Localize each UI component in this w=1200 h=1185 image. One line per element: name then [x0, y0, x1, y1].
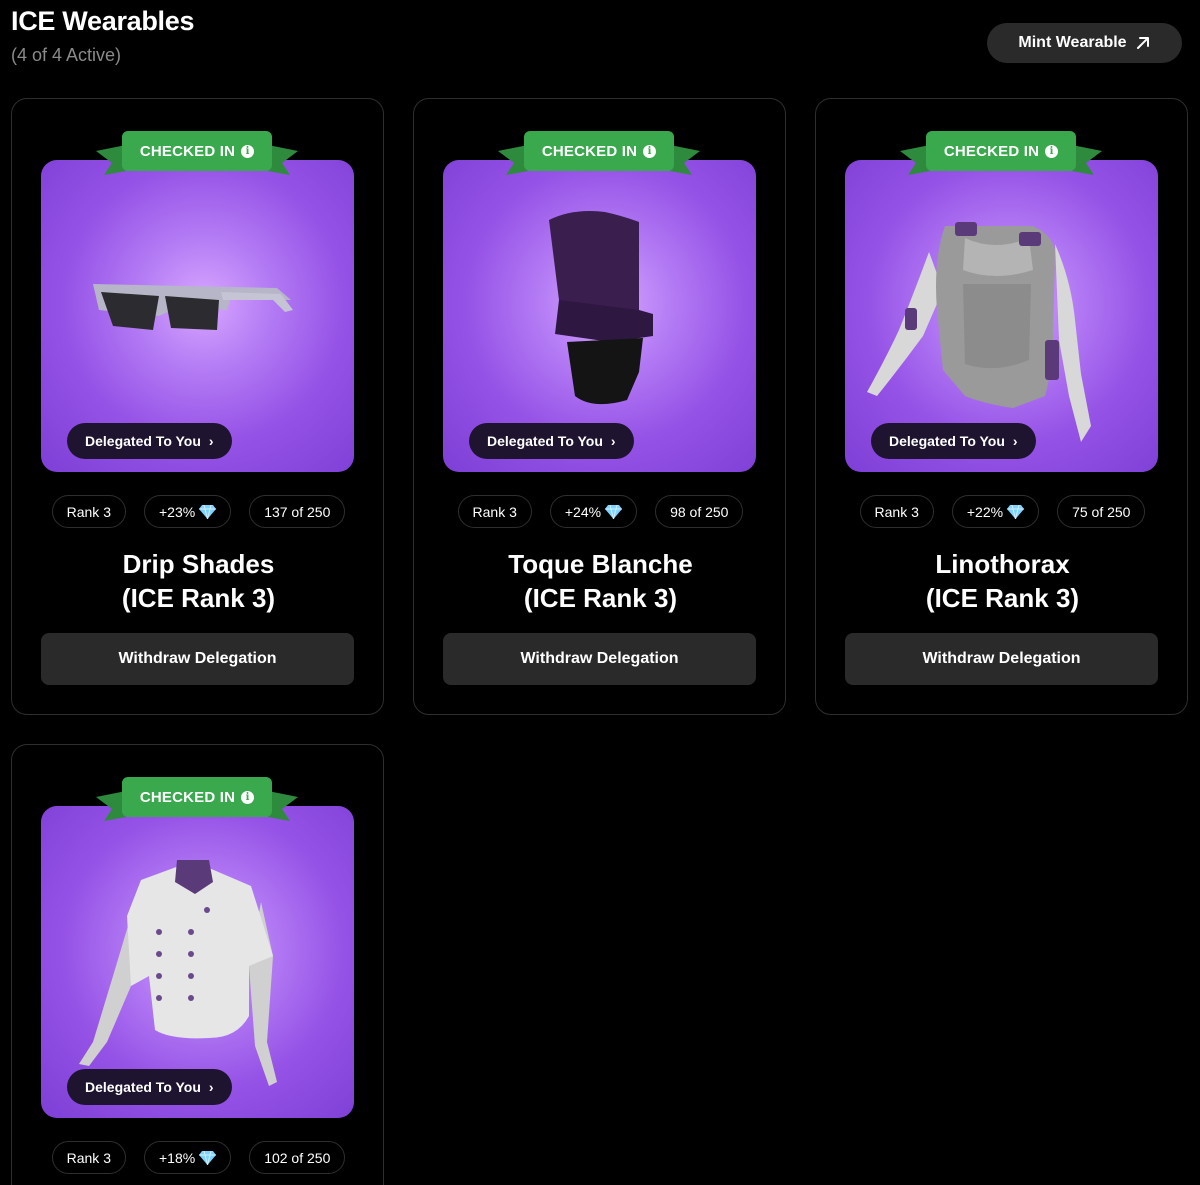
- withdraw-label: Withdraw Delegation: [922, 650, 1081, 667]
- bonus-badge: +24%: [549, 495, 638, 528]
- page-subtitle: (4 of 4 Active): [11, 45, 122, 65]
- bonus-text: +23%: [158, 503, 196, 520]
- checked-in-ribbon: CHECKED IN i: [96, 777, 298, 829]
- wearable-card-toque-blanche: CHECKED IN i Delegated To You › Rank 3 +…: [413, 98, 786, 715]
- diamond-icon: [605, 504, 623, 519]
- status-label: CHECKED IN: [943, 142, 1040, 160]
- delegated-label: Delegated To You: [487, 433, 603, 449]
- rank-text: Rank 3: [472, 503, 517, 520]
- bonus-badge: +22%: [951, 495, 1040, 528]
- count-badge: 137 of 250: [249, 495, 346, 528]
- info-icon[interactable]: i: [241, 144, 255, 158]
- diamond-icon: [199, 504, 217, 519]
- bonus-text: +22%: [966, 503, 1004, 520]
- delegated-to-you-button[interactable]: Delegated To You ›: [67, 1069, 232, 1105]
- page-title: ICE Wearables: [11, 6, 195, 36]
- bonus-badge: +23%: [143, 495, 232, 528]
- rank-badge: Rank 3: [457, 495, 532, 528]
- delegated-label: Delegated To You: [85, 433, 201, 449]
- rank-badge: Rank 3: [51, 495, 126, 528]
- rank-badge: Rank 3: [51, 1141, 126, 1174]
- status-label: CHECKED IN: [139, 142, 236, 160]
- count-text: 137 of 250: [264, 503, 331, 520]
- count-badge: 102 of 250: [249, 1141, 346, 1174]
- withdraw-label: Withdraw Delegation: [520, 650, 679, 667]
- bonus-badge: +18%: [143, 1141, 232, 1174]
- mint-wearable-label: Mint Wearable: [1018, 34, 1127, 51]
- count-badge: 75 of 250: [1057, 495, 1146, 528]
- delegated-to-you-button[interactable]: Delegated To You ›: [871, 423, 1036, 459]
- stats-row: Rank 3 +24% 98 of 250: [414, 495, 787, 528]
- stats-row: Rank 3 +22% 75 of 250: [816, 495, 1189, 528]
- wearable-name: Drip Shades: [122, 549, 275, 579]
- rank-badge: Rank 3: [859, 495, 934, 528]
- wearable-rank-title: (ICE Rank 3): [523, 583, 678, 613]
- chevron-right-icon: ›: [1012, 433, 1018, 449]
- delegated-label: Delegated To You: [889, 433, 1005, 449]
- wearable-title: Toque Blanche (ICE Rank 3): [414, 547, 787, 615]
- rank-text: Rank 3: [66, 1149, 111, 1166]
- bonus-text: +24%: [564, 503, 602, 520]
- checked-in-ribbon: CHECKED IN i: [498, 131, 700, 183]
- external-arrow-icon: [1136, 37, 1149, 49]
- wearable-card-linothorax: CHECKED IN i Delegated To You › Rank 3 +…: [815, 98, 1188, 715]
- wearable-rank-title: (ICE Rank 3): [121, 583, 276, 613]
- info-icon[interactable]: i: [1045, 144, 1059, 158]
- withdraw-delegation-button[interactable]: Withdraw Delegation: [443, 633, 756, 685]
- count-text: 98 of 250: [670, 503, 729, 520]
- bonus-text: +18%: [158, 1149, 196, 1166]
- status-label: CHECKED IN: [541, 142, 638, 160]
- wearable-card-drip-shades: CHECKED IN i Delegated To You › Rank 3 +…: [11, 98, 384, 715]
- status-label: CHECKED IN: [139, 788, 236, 806]
- withdraw-label: Withdraw Delegation: [118, 650, 277, 667]
- rank-text: Rank 3: [66, 503, 111, 520]
- delegated-to-you-button[interactable]: Delegated To You ›: [67, 423, 232, 459]
- chevron-right-icon: ›: [208, 433, 214, 449]
- chevron-right-icon: ›: [208, 1079, 214, 1095]
- wearable-name: Toque Blanche: [508, 549, 693, 579]
- count-text: 102 of 250: [264, 1149, 331, 1166]
- wearable-rank-title: (ICE Rank 3): [925, 583, 1080, 613]
- info-icon[interactable]: i: [241, 790, 255, 804]
- checked-in-ribbon: CHECKED IN i: [900, 131, 1102, 183]
- checked-in-ribbon: CHECKED IN i: [96, 131, 298, 183]
- delegated-label: Delegated To You: [85, 1079, 201, 1095]
- wearable-title: Linothorax (ICE Rank 3): [816, 547, 1189, 615]
- withdraw-delegation-button[interactable]: Withdraw Delegation: [41, 633, 354, 685]
- count-badge: 98 of 250: [655, 495, 744, 528]
- stats-row: Rank 3 +23% 137 of 250: [12, 495, 385, 528]
- mint-wearable-button[interactable]: Mint Wearable: [987, 23, 1182, 63]
- rank-text: Rank 3: [874, 503, 919, 520]
- chevron-right-icon: ›: [610, 433, 616, 449]
- info-icon[interactable]: i: [643, 144, 657, 158]
- stats-row: Rank 3 +18% 102 of 250: [12, 1141, 385, 1174]
- withdraw-delegation-button[interactable]: Withdraw Delegation: [845, 633, 1158, 685]
- diamond-icon: [199, 1150, 217, 1165]
- diamond-icon: [1007, 504, 1025, 519]
- count-text: 75 of 250: [1072, 503, 1131, 520]
- wearable-title: Drip Shades (ICE Rank 3): [12, 547, 385, 615]
- delegated-to-you-button[interactable]: Delegated To You ›: [469, 423, 634, 459]
- wearable-card-chef-jacket: CHECKED IN i Delegated To You › Rank 3 +…: [11, 744, 384, 1185]
- wearable-name: Linothorax: [935, 549, 1070, 579]
